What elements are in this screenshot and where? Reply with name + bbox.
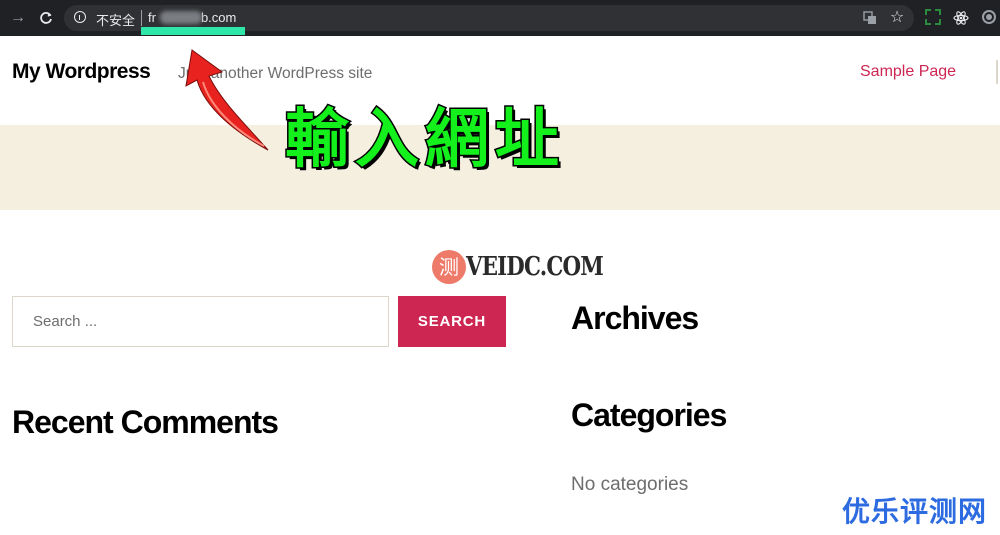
- search-input[interactable]: Search ...: [12, 296, 389, 347]
- no-categories-text: No categories: [571, 474, 689, 495]
- omnibox-divider: [141, 10, 142, 26]
- archives-title: Archives: [571, 300, 699, 336]
- header-edge: [996, 60, 998, 84]
- url-highlight-marker: [141, 27, 245, 35]
- translate-icon[interactable]: [860, 8, 880, 28]
- search-button[interactable]: SEARCH: [398, 296, 506, 347]
- nav-sample-page[interactable]: Sample Page: [860, 63, 956, 81]
- star-icon[interactable]: ☆: [887, 8, 907, 28]
- corner-watermark: 优乐评测网: [842, 495, 988, 528]
- url-end: b.com: [200, 10, 237, 25]
- url-start: fr: [148, 10, 156, 25]
- reload-icon[interactable]: [36, 8, 56, 28]
- react-icon[interactable]: [951, 8, 971, 28]
- categories-title: Categories: [571, 397, 727, 433]
- site-title[interactable]: My Wordpress: [12, 60, 151, 84]
- ring-icon[interactable]: [982, 10, 996, 24]
- watermark-text: VEIDC.COM: [466, 252, 604, 282]
- recent-comments-title: Recent Comments: [12, 404, 279, 440]
- back-arrow-icon[interactable]: →: [8, 8, 28, 28]
- site-description: Just another WordPress site: [178, 65, 373, 82]
- screenshot-root: → 不安全 fr b.com ☆ My Wordpress Just anoth…: [0, 0, 1000, 535]
- annotation-text: 輸入網址: [284, 102, 565, 179]
- not-secure-label: 不安全: [96, 14, 136, 29]
- url-redaction: [160, 11, 202, 24]
- watermark-logo-icon: 测: [432, 250, 466, 284]
- info-icon[interactable]: [74, 11, 86, 23]
- extension-icon[interactable]: [925, 9, 941, 25]
